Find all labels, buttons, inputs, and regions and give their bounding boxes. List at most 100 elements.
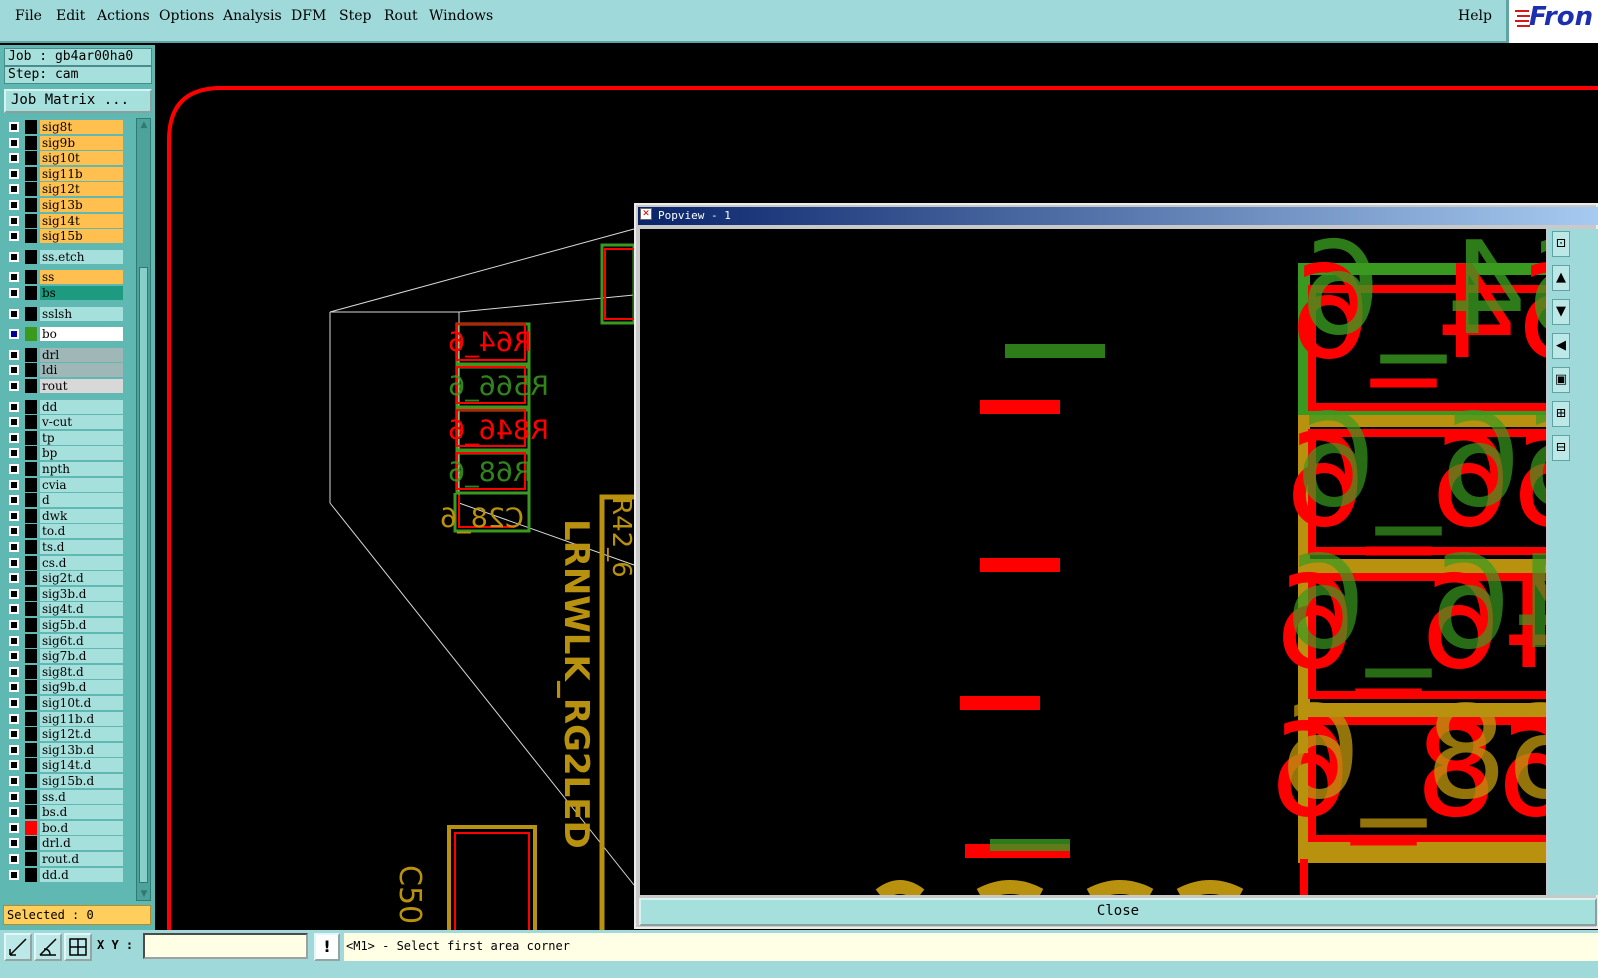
alert-button[interactable]: ! <box>314 933 340 961</box>
layer-row[interactable]: dd.d <box>6 867 124 882</box>
layer-name[interactable]: sig14t <box>40 213 123 228</box>
layer-row[interactable]: tp <box>6 430 124 445</box>
layer-name[interactable]: v-cut <box>40 415 123 430</box>
layer-row[interactable]: cs.d <box>6 555 124 570</box>
layer-name[interactable]: sig12t <box>40 182 123 197</box>
layer-row[interactable]: sig15b <box>6 229 124 244</box>
layer-row[interactable]: sig4t.d <box>6 602 124 617</box>
layer-color-swatch[interactable] <box>25 399 37 414</box>
layer-scrollbar[interactable]: ▲ ▼ <box>136 118 151 901</box>
layer-checkbox[interactable] <box>9 651 19 662</box>
layer-name[interactable]: sig15b <box>40 229 123 244</box>
layer-name[interactable]: d <box>40 493 123 508</box>
layer-checkbox[interactable] <box>9 791 19 802</box>
layer-checkbox[interactable] <box>9 807 19 818</box>
layer-color-swatch[interactable] <box>25 649 37 664</box>
menu-rout[interactable]: Rout <box>384 8 418 24</box>
layer-checkbox[interactable] <box>9 448 19 459</box>
pan-left-icon[interactable]: ◀ <box>1552 333 1570 359</box>
layer-color-swatch[interactable] <box>25 742 37 757</box>
layer-color-swatch[interactable] <box>25 379 37 393</box>
layer-name[interactable]: drl <box>40 347 123 362</box>
grid-icon[interactable] <box>64 933 92 961</box>
layer-name[interactable]: rout.d <box>40 852 123 866</box>
layer-checkbox[interactable] <box>9 588 19 599</box>
layer-name[interactable]: sig7b.d <box>40 649 123 664</box>
layer-color-swatch[interactable] <box>25 229 37 244</box>
layer-checkbox[interactable] <box>9 510 19 521</box>
layer-color-swatch[interactable] <box>25 306 37 321</box>
menu-windows[interactable]: Windows <box>429 8 493 24</box>
layer-row[interactable]: ldi <box>6 363 124 378</box>
layer-row[interactable]: npth <box>6 462 124 476</box>
menu-analysis[interactable]: Analysis <box>223 8 282 24</box>
layer-name[interactable]: sig13b <box>40 198 123 212</box>
layer-row[interactable]: sig8t.d <box>6 664 124 679</box>
layer-checkbox[interactable] <box>9 417 19 428</box>
zoom-in-icon[interactable]: ⊞ <box>1552 401 1570 427</box>
layer-row[interactable]: sig12t.d <box>6 727 124 742</box>
layer-row[interactable]: ss.d <box>6 789 124 804</box>
menu-dfm[interactable]: DFM <box>291 8 326 24</box>
layer-name[interactable]: tp <box>40 430 123 445</box>
layer-row[interactable]: sig13b.d <box>6 742 124 757</box>
layer-row[interactable]: sig14t <box>6 213 124 228</box>
layer-row[interactable]: sig11b <box>6 166 124 181</box>
layer-checkbox[interactable] <box>9 822 19 833</box>
layer-row[interactable]: sig6t.d <box>6 633 124 648</box>
layer-checkbox[interactable] <box>9 729 19 740</box>
layer-name[interactable]: ss <box>40 270 123 285</box>
layer-checkbox[interactable] <box>9 713 19 724</box>
zoom-out-icon[interactable]: ⊟ <box>1552 435 1570 461</box>
layer-color-swatch[interactable] <box>25 363 37 378</box>
layer-row[interactable]: sig12t <box>6 182 124 197</box>
layer-checkbox[interactable] <box>9 401 19 412</box>
layer-checkbox[interactable] <box>9 122 19 132</box>
layer-checkbox[interactable] <box>9 231 19 242</box>
layer-name[interactable]: sig2t.d <box>40 571 123 586</box>
menu-step[interactable]: Step <box>339 8 371 24</box>
scroll-up-icon[interactable]: ▲ <box>138 119 150 131</box>
zoom-box-icon[interactable]: ▣ <box>1552 367 1570 393</box>
layer-name[interactable]: cs.d <box>40 555 123 570</box>
menu-edit[interactable]: Edit <box>56 8 85 24</box>
layer-color-swatch[interactable] <box>25 633 37 648</box>
layer-color-swatch[interactable] <box>25 852 37 866</box>
layer-checkbox[interactable] <box>9 153 19 164</box>
layer-color-swatch[interactable] <box>25 867 37 882</box>
layer-row[interactable]: drl <box>6 347 124 362</box>
layer-color-swatch[interactable] <box>25 120 37 134</box>
layer-color-swatch[interactable] <box>25 327 37 342</box>
layer-name[interactable]: sig11b.d <box>40 711 123 726</box>
menu-file[interactable]: File <box>15 8 42 24</box>
layer-checkbox[interactable] <box>9 251 19 262</box>
layer-color-swatch[interactable] <box>25 774 37 788</box>
snap-icon[interactable] <box>4 933 32 961</box>
layer-row[interactable]: sig11b.d <box>6 711 124 726</box>
layer-color-swatch[interactable] <box>25 166 37 181</box>
scroll-down-icon[interactable]: ▼ <box>138 888 150 900</box>
layer-checkbox[interactable] <box>9 604 19 615</box>
layer-checkbox[interactable] <box>9 137 19 148</box>
layer-name[interactable]: sig9b <box>40 135 123 150</box>
layer-checkbox[interactable] <box>9 329 19 340</box>
layer-color-swatch[interactable] <box>25 446 37 461</box>
layer-checkbox[interactable] <box>9 557 19 568</box>
layer-name[interactable]: sig10t <box>40 151 123 166</box>
layer-row[interactable]: bo <box>6 327 124 342</box>
layer-row[interactable]: rout <box>6 379 124 393</box>
pan-up-icon[interactable]: ▲ <box>1552 265 1570 291</box>
layer-checkbox[interactable] <box>9 308 19 319</box>
layer-checkbox[interactable] <box>9 573 19 584</box>
layer-row[interactable]: sig3b.d <box>6 586 124 601</box>
layer-checkbox[interactable] <box>9 838 19 849</box>
layer-checkbox[interactable] <box>9 272 19 283</box>
scroll-thumb[interactable] <box>139 267 148 883</box>
layer-row[interactable]: bs.d <box>6 805 124 820</box>
layer-color-swatch[interactable] <box>25 805 37 820</box>
layer-color-swatch[interactable] <box>25 540 37 554</box>
layer-color-swatch[interactable] <box>25 493 37 508</box>
layer-row[interactable]: sig15b.d <box>6 774 124 788</box>
layer-checkbox[interactable] <box>9 682 19 693</box>
layer-color-swatch[interactable] <box>25 198 37 212</box>
